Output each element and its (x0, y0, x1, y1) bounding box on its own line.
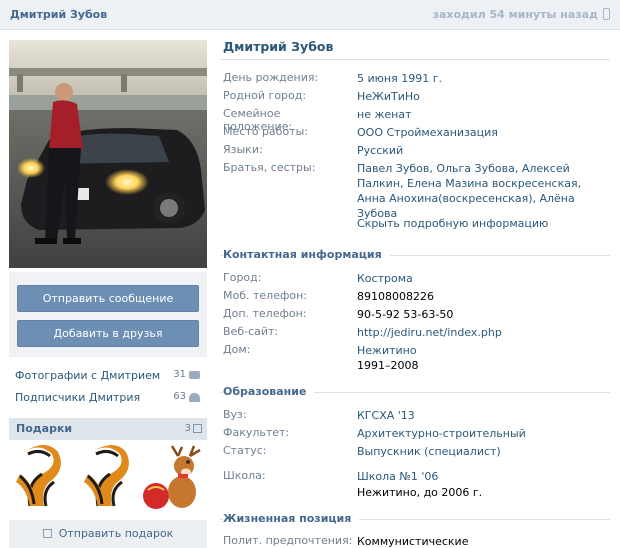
send-gift-button[interactable]: Отправить подарок (9, 520, 207, 548)
send-message-button[interactable]: Отправить сообщение (17, 285, 199, 312)
info-label: Доп. телефон: (223, 307, 307, 320)
followers-link[interactable]: Подписчики Дмитрия 63 (15, 391, 200, 407)
gifts-count: 3 (184, 423, 191, 434)
hometown-value[interactable]: НеЖиТиНо (357, 89, 617, 104)
extra-phone-value: 90-5-92 53-63-50 (357, 308, 454, 321)
send-gift-label: Отправить подарок (58, 527, 174, 540)
edu-status-value[interactable]: Выпускник (специалист) (357, 444, 617, 459)
gift-icon (193, 424, 202, 433)
info-label: Город: (223, 271, 262, 284)
contacts-title: Контактная информация (223, 248, 390, 261)
gift-ribbon-2[interactable] (80, 444, 136, 512)
phone-icon (603, 8, 610, 20)
ribbon-icon (16, 445, 61, 507)
info-label: Факультет: (223, 426, 290, 439)
gifts-title: Подарки (16, 422, 73, 435)
followers-count: 63 (173, 391, 186, 402)
info-label: Веб-сайт: (223, 325, 279, 338)
ribbon-icon (84, 445, 129, 507)
photos-with-label[interactable]: Фотографии с Дмитрием (15, 369, 160, 382)
work-value[interactable]: ООО Строймеханизация (357, 125, 617, 140)
city-value[interactable]: Кострома (357, 271, 617, 286)
camera-icon (189, 371, 200, 379)
info-label: Место работы: (223, 125, 308, 138)
add-friend-button[interactable]: Добавить в друзья (17, 320, 199, 347)
school-details: Нежитино, до 2006 г. (357, 486, 483, 499)
info-label: Статус: (223, 444, 267, 457)
university-value[interactable]: КГСХА '13 (357, 408, 617, 423)
page-header: Дмитрий Зубов заходил 54 минуты назад (0, 0, 620, 30)
mobile-value: 89108008226 (357, 290, 434, 303)
hide-details-link[interactable]: Скрыть подробную информацию (357, 217, 548, 230)
people-icon (189, 393, 200, 402)
info-label: Вуз: (223, 408, 247, 421)
online-status: заходил 54 минуты назад (432, 8, 598, 21)
profile-name: Дмитрий Зубов (223, 39, 334, 54)
photos-with-link[interactable]: Фотографии с Дмитрием 31 (15, 369, 200, 385)
info-label: Языки: (223, 143, 263, 156)
family-value[interactable]: не женат (357, 107, 617, 122)
home-years: 1991–2008 (357, 359, 419, 372)
profile-photo-image (9, 40, 207, 268)
info-label: Школа: (223, 469, 266, 482)
education-title: Образование (223, 385, 315, 398)
home-value[interactable]: Нежитино (357, 343, 617, 358)
gift-ribbon-1[interactable] (12, 444, 68, 512)
info-label: Дом: (223, 343, 251, 356)
politics-value: Коммунистические (357, 535, 469, 548)
profile-photo[interactable] (9, 40, 207, 268)
school-value[interactable]: Школа №1 '06 (357, 469, 617, 484)
followers-label[interactable]: Подписчики Дмитрия (15, 391, 140, 404)
photos-count: 31 (173, 369, 186, 380)
info-label: Родной город: (223, 89, 307, 102)
info-label: Братья, сестры: (223, 161, 316, 174)
info-label: Моб. телефон: (223, 289, 308, 302)
info-label: День рождения: (223, 71, 319, 84)
position-title: Жизненная позиция (223, 512, 360, 525)
website-link[interactable]: http://jediru.net/index.php (357, 325, 617, 340)
deer-icon (143, 445, 201, 509)
siblings-value[interactable]: Павел Зубов, Ольга Зубова, Алексей Палки… (357, 161, 611, 221)
gifts-header[interactable]: Подарки 3 (9, 418, 207, 440)
gift-icon (42, 529, 52, 538)
gift-deer[interactable] (142, 444, 204, 512)
divider (220, 59, 610, 60)
languages-value[interactable]: Русский (357, 143, 617, 158)
birthday-value[interactable]: 5 июня 1991 г. (357, 71, 617, 86)
info-label: Полит. предпочтения: (223, 534, 353, 547)
faculty-value[interactable]: Архитектурно-строительный (357, 426, 617, 441)
header-name[interactable]: Дмитрий Зубов (10, 8, 107, 21)
